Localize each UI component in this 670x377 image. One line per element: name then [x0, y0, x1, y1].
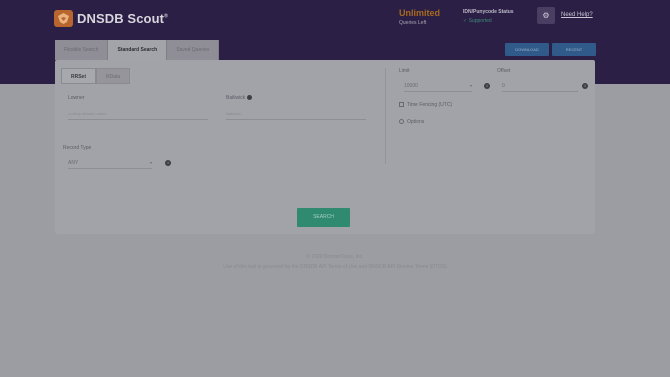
quota-indicator: Unlimited Queries Left: [399, 9, 440, 26]
download-button[interactable]: DOWNLOAD: [505, 43, 549, 56]
limit-label: Limit: [399, 68, 410, 74]
search-button[interactable]: SEARCH: [297, 208, 350, 227]
footer-terms[interactable]: Use of this tool is governed by the DNSD…: [0, 264, 670, 270]
offset-label: Offset: [497, 68, 511, 74]
chevron-down-icon: ▾: [469, 83, 472, 88]
gear-icon: ⚙: [542, 11, 550, 20]
bailiwick-label: Bailiwick: [226, 95, 253, 101]
offset-value: 0: [502, 83, 505, 89]
tab-flexible-search[interactable]: Flexible Search: [55, 40, 109, 60]
owner-name-label: Lowner: [68, 95, 85, 101]
record-type-value: ANY: [68, 160, 79, 166]
limit-value: 10000: [404, 83, 418, 89]
record-type-label: Record Type: [63, 145, 92, 151]
checkbox-icon: [399, 102, 404, 108]
owner-name-input[interactable]: Lookup domain name: [68, 108, 208, 120]
options-toggle[interactable]: Options: [399, 119, 424, 125]
info-icon[interactable]: [247, 95, 253, 101]
standard-search-panel: RRSet RData Lowner Lookup domain name Ba…: [55, 60, 595, 234]
quota-label: Queries Left: [399, 20, 427, 26]
offset-input[interactable]: 0: [502, 80, 578, 92]
tab-saved-queries[interactable]: Saved Queries: [167, 40, 220, 60]
quota-value: Unlimited: [399, 8, 441, 18]
chevron-down-icon: ▾: [149, 160, 152, 165]
settings-button[interactable]: ⚙: [537, 7, 555, 24]
footer-copyright: © 2020 DomainTools, Inc.: [306, 254, 364, 260]
brand-name: DNSDB Scout®: [77, 11, 168, 26]
need-help-link[interactable]: Need Help?: [561, 12, 593, 18]
info-icon[interactable]: i: [582, 83, 588, 89]
recent-button[interactable]: RECENT: [552, 43, 596, 56]
panel-divider: [385, 68, 386, 164]
dnsdb-logo-icon: [54, 10, 73, 27]
info-icon[interactable]: i: [484, 83, 490, 89]
idn-status-value: ✓ Supported: [463, 18, 492, 24]
idn-status: IDN/Punycode Status ✓ Supported: [463, 10, 514, 24]
plus-circle-icon: [399, 119, 404, 125]
search-mode-tabs: Flexible Search Standard Search Saved Qu…: [55, 40, 220, 60]
record-type-select[interactable]: ANY ▾: [68, 157, 152, 169]
bailiwick-input[interactable]: bailiwick: [226, 108, 366, 120]
idn-status-label: IDN/Punycode Status: [463, 9, 514, 15]
tab-rrset[interactable]: RRSet: [61, 68, 97, 84]
query-type-tabs: RRSet RData: [61, 68, 131, 84]
brand-registered-mark: ®: [164, 13, 168, 20]
info-icon[interactable]: i: [165, 160, 171, 166]
tab-standard-search[interactable]: Standard Search: [108, 40, 168, 60]
tab-rdata[interactable]: RData: [96, 68, 131, 84]
time-fencing-toggle[interactable]: Time Fencing (UTC): [399, 102, 452, 108]
limit-select[interactable]: 10000 ▾: [404, 80, 472, 92]
